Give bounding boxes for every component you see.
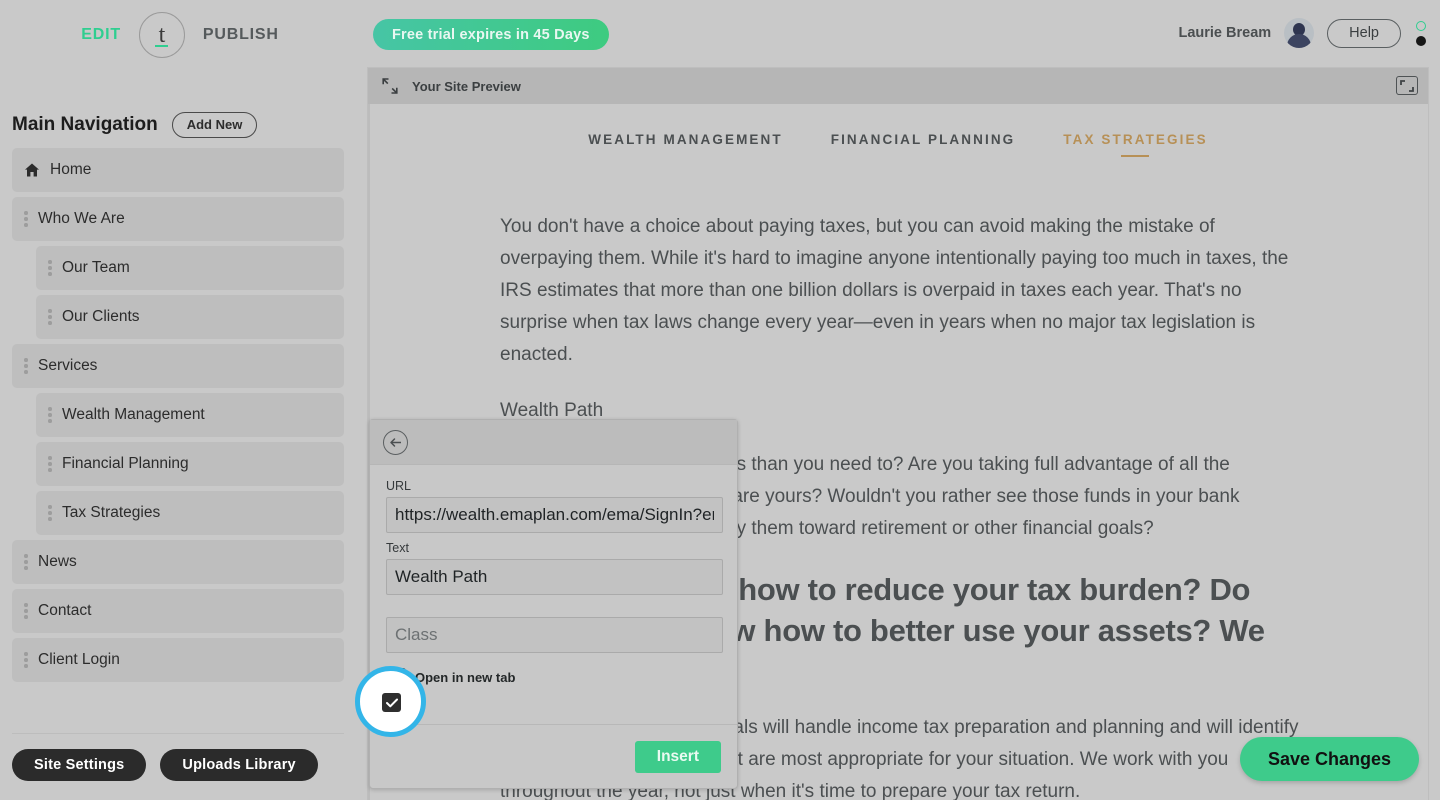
open-in-new-tab-label: Open in new tab xyxy=(415,669,516,685)
drag-handle-dots-icon[interactable] xyxy=(24,358,28,374)
sidebar-item-label: Our Clients xyxy=(62,308,140,325)
user-name-label: Laurie Bream xyxy=(1178,25,1272,41)
dialog-header xyxy=(370,420,737,465)
text-field-group: Text xyxy=(386,541,723,595)
navigation-item-list: Home Who We Are Our Team Our Clients Service… xyxy=(12,148,344,687)
sidebar-item-contact[interactable]: Contact xyxy=(12,589,344,633)
sidebar-item-tax-strategies[interactable]: Tax Strategies xyxy=(36,491,344,535)
user-area: Laurie Bream Help xyxy=(1178,18,1426,48)
sidebar-item-label: Our Team xyxy=(62,259,130,276)
site-main-nav: WEALTH MANAGEMENT FINANCIAL PLANNING TAX S… xyxy=(368,104,1428,147)
save-changes-button[interactable]: Save Changes xyxy=(1239,737,1419,781)
site-preview-title: Your Site Preview xyxy=(412,78,521,94)
offline-status-icon xyxy=(1416,35,1426,46)
drag-handle-dots-icon[interactable] xyxy=(24,652,28,668)
highlighted-checkbox-overlay[interactable] xyxy=(382,693,401,712)
open-in-new-tab-row[interactable]: Open in new tab xyxy=(386,665,721,689)
sidebar-item-label: Client Login xyxy=(38,651,120,668)
site-settings-button[interactable]: Site Settings xyxy=(12,749,147,781)
drag-handle-dots-icon[interactable] xyxy=(48,260,52,276)
uploads-library-button[interactable]: Uploads Library xyxy=(160,749,318,781)
sidebar-item-label: Financial Planning xyxy=(62,455,189,472)
sidebar-item-label: Wealth Management xyxy=(62,406,205,423)
insert-link-dialog: URL Text Open in new tab Insert xyxy=(369,419,738,789)
open-in-new-tab-checkbox[interactable] xyxy=(387,667,406,687)
drag-handle-dots-icon[interactable] xyxy=(48,456,52,472)
open-in-new-tab-checkbox-highlighted[interactable] xyxy=(382,693,401,712)
drag-handle-dots-icon[interactable] xyxy=(48,407,52,423)
dialog-footer: Insert xyxy=(370,724,737,788)
sidebar-item-client-login[interactable]: Client Login xyxy=(12,638,344,682)
class-input[interactable] xyxy=(386,617,723,653)
url-field-group: URL xyxy=(386,479,723,533)
insert-button[interactable]: Insert xyxy=(634,740,721,773)
sidebar-item-label: Home xyxy=(50,161,92,178)
sidebar-divider xyxy=(12,733,344,734)
sidebar-item-label: Contact xyxy=(38,602,92,619)
sidebar-item-our-team[interactable]: Our Team xyxy=(36,246,344,290)
online-status-icon xyxy=(1416,20,1426,31)
drag-handle-dots-icon[interactable] xyxy=(24,211,28,227)
publish-mode-button[interactable]: PUBLISH xyxy=(203,26,279,44)
sidebar-item-label: Services xyxy=(38,357,98,374)
sidebar-item-label: Who We Are xyxy=(38,210,125,227)
text-field-label: Text xyxy=(386,541,409,555)
home-icon xyxy=(25,163,39,177)
sidebar-item-label: News xyxy=(38,553,77,570)
sidebar-footer-actions: Site Settings Uploads Library xyxy=(12,749,318,781)
site-preview-toolbar: Your Site Preview xyxy=(368,68,1428,104)
sidebar-item-financial-planning[interactable]: Financial Planning xyxy=(36,442,344,486)
sidebar-item-wealth-management[interactable]: Wealth Management xyxy=(36,393,344,437)
free-trial-badge[interactable]: Free trial expires in 45 Days xyxy=(373,19,609,50)
collapse-arrows-icon[interactable] xyxy=(380,76,400,96)
add-new-button[interactable]: Add New xyxy=(171,112,258,138)
back-arrow-icon[interactable] xyxy=(383,429,408,455)
drag-handle-dots-icon[interactable] xyxy=(48,505,52,521)
drag-handle-dots-icon[interactable] xyxy=(24,603,28,619)
sidebar-item-our-clients[interactable]: Our Clients xyxy=(36,295,344,339)
app-logo[interactable]: t xyxy=(138,12,185,58)
article-paragraph-1: You don't have a choice about paying tax… xyxy=(500,216,1289,365)
class-field-group xyxy=(386,617,723,653)
url-input[interactable] xyxy=(386,497,723,533)
left-sidebar-panel: EDIT t PUBLISH Main Navigation Add New H… xyxy=(0,0,360,800)
help-button[interactable]: Help xyxy=(1327,18,1401,48)
sidebar-item-services[interactable]: Services xyxy=(12,344,344,388)
main-navigation-title: Main Navigation xyxy=(12,114,158,135)
avatar-body xyxy=(1287,34,1312,48)
sidebar-item-home[interactable]: Home xyxy=(12,148,344,192)
site-nav-item-financial-planning[interactable]: FINANCIAL PLANNING xyxy=(831,132,1016,147)
text-input[interactable] xyxy=(386,559,723,595)
edit-publish-toggle: EDIT t PUBLISH xyxy=(0,0,360,70)
logo-underline-accent xyxy=(155,44,169,47)
sidebar-item-label: Tax Strategies xyxy=(62,504,161,521)
url-field-label: URL xyxy=(386,479,412,493)
edit-mode-button[interactable]: EDIT xyxy=(81,26,121,44)
site-nav-item-wealth-management[interactable]: WEALTH MANAGEMENT xyxy=(588,132,782,147)
site-nav-item-tax-strategies[interactable]: TAX STRATEGIES xyxy=(1063,132,1207,147)
main-navigation-header: Main Navigation Add New xyxy=(12,112,258,138)
dialog-body: URL Text Open in new tab xyxy=(370,465,737,689)
avatar[interactable] xyxy=(1284,18,1315,48)
app-root: EDIT t PUBLISH Main Navigation Add New H… xyxy=(0,0,1440,800)
logo-letter: t xyxy=(158,22,166,48)
drag-handle-dots-icon[interactable] xyxy=(48,309,52,325)
drag-handle-dots-icon[interactable] xyxy=(24,554,28,570)
sidebar-item-who-we-are[interactable]: Who We Are xyxy=(12,197,344,241)
status-indicator-group xyxy=(1416,20,1426,46)
expand-fullscreen-icon[interactable] xyxy=(1396,76,1418,95)
sidebar-item-news[interactable]: News xyxy=(12,540,344,584)
